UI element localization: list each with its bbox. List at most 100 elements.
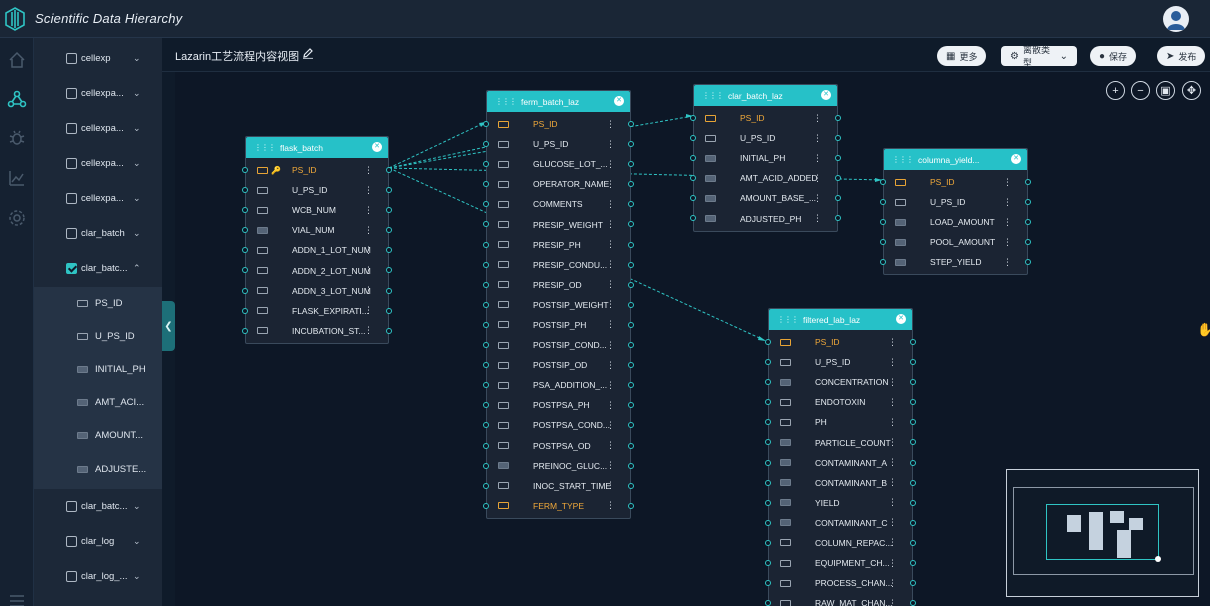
field-row[interactable]: ENDOTOXIN ⋮: [765, 392, 916, 412]
sidebar-item[interactable]: cellexpa... ⌄: [34, 77, 162, 109]
field-row[interactable]: POSTPSA_PH ⋮: [483, 395, 634, 415]
connection-port-left[interactable]: [765, 539, 771, 546]
field-row[interactable]: U_PS_ID ⋮: [765, 352, 916, 372]
connection-port-left[interactable]: [690, 215, 696, 222]
connection-port-left[interactable]: [765, 600, 771, 606]
drag-handle-icon[interactable]: ⋮⋮⋮: [892, 155, 914, 164]
sidebar-collapse-handle[interactable]: ❮: [162, 301, 175, 351]
connection-port-left[interactable]: [483, 502, 489, 509]
chevron-down-icon[interactable]: ⌄: [133, 193, 141, 204]
chevron-down-icon[interactable]: ⌄: [133, 123, 141, 134]
field-row[interactable]: AMT_ACID_ADDED ⋮: [690, 168, 841, 188]
connection-port-left[interactable]: [880, 219, 886, 226]
more-vertical-icon[interactable]: ⋮: [606, 279, 615, 290]
connection-port-left[interactable]: [483, 442, 489, 449]
chevron-down-icon[interactable]: ⌄: [133, 158, 141, 169]
field-row[interactable]: U_PS_ID ⋮: [880, 192, 1031, 212]
more-vertical-icon[interactable]: ⋮: [606, 460, 615, 471]
field-row[interactable]: U_PS_ID ⋮: [690, 128, 841, 148]
drag-handle-icon[interactable]: ⋮⋮⋮: [702, 91, 724, 100]
table-node-header[interactable]: ⋮⋮⋮ flask_batch ✕: [246, 137, 388, 158]
close-icon[interactable]: ✕: [1011, 154, 1021, 164]
more-vertical-icon[interactable]: ⋮: [888, 558, 897, 569]
connection-port-right[interactable]: [910, 339, 916, 345]
connection-port-left[interactable]: [483, 201, 489, 208]
drag-handle-icon[interactable]: ⋮⋮⋮: [777, 315, 799, 324]
minimap-resize-handle[interactable]: [1155, 556, 1161, 562]
field-row[interactable]: PS_ID ⋮: [690, 108, 841, 128]
connection-port-left[interactable]: [483, 181, 489, 188]
field-row[interactable]: VIAL_NUM ⋮: [242, 220, 392, 240]
minimap[interactable]: [1006, 469, 1199, 597]
more-vertical-icon[interactable]: ⋮: [888, 377, 897, 388]
more-vertical-icon[interactable]: ⋮: [606, 420, 615, 431]
sidebar-item[interactable]: cellexpa... ⌄: [34, 182, 162, 214]
connection-port-right[interactable]: [628, 261, 634, 268]
sidebar-item[interactable]: cellexpa... ⌄: [34, 112, 162, 144]
chevron-up-icon[interactable]: ⌃: [133, 263, 141, 274]
field-row[interactable]: PS_ID ⋮: [880, 172, 1031, 192]
more-vertical-icon[interactable]: ⋮: [364, 305, 373, 316]
drag-handle-icon[interactable]: ⋮⋮⋮: [495, 97, 517, 106]
connection-port-left[interactable]: [880, 199, 886, 206]
connection-port-right[interactable]: [628, 482, 634, 489]
zoom-in-button[interactable]: +: [1106, 81, 1125, 100]
more-vertical-icon[interactable]: ⋮: [888, 457, 897, 468]
connection-port-right[interactable]: [628, 281, 634, 288]
field-row[interactable]: POOL_AMOUNT ⋮: [880, 232, 1031, 252]
connection-port-left[interactable]: [242, 287, 248, 294]
connection-port-right[interactable]: [628, 442, 634, 449]
table-node-header[interactable]: ⋮⋮⋮ ferm_batch_laz ✕: [487, 91, 630, 112]
field-row[interactable]: POSTSIP_OD ⋮: [483, 355, 634, 375]
more-vertical-icon[interactable]: ⋮: [888, 578, 897, 589]
sidebar-item[interactable]: cellexp ⌄: [34, 42, 162, 74]
more-vertical-icon[interactable]: ⋮: [606, 199, 615, 210]
chart-icon[interactable]: [7, 168, 27, 188]
sidebar-item[interactable]: clar_batch ⌄: [34, 217, 162, 249]
more-button[interactable]: ▦ 更多: [937, 46, 987, 66]
more-vertical-icon[interactable]: ⋮: [1003, 177, 1012, 188]
menu-icon[interactable]: [7, 592, 27, 606]
more-vertical-icon[interactable]: ⋮: [364, 245, 373, 256]
more-vertical-icon[interactable]: ⋮: [364, 325, 373, 336]
connection-port-left[interactable]: [690, 135, 696, 142]
more-vertical-icon[interactable]: ⋮: [888, 437, 897, 448]
sidebar-item[interactable]: clar_log_... ⌄: [34, 560, 162, 592]
table-node-header[interactable]: ⋮⋮⋮ clar_batch_laz ✕: [694, 85, 837, 106]
more-vertical-icon[interactable]: ⋮: [888, 397, 897, 408]
table-node-flask-batch[interactable]: ⋮⋮⋮ flask_batch ✕ 🔑 PS_ID ⋮ U_PS_ID ⋮ WCB_NUM ⋮ VI…: [242, 136, 392, 344]
sidebar-item-checkbox[interactable]: [66, 192, 77, 204]
connection-port-left[interactable]: [242, 307, 248, 314]
connection-port-left[interactable]: [483, 161, 489, 168]
sidebar-item[interactable]: clar_batc... ⌄: [34, 490, 162, 522]
connection-port-right[interactable]: [628, 301, 634, 308]
connection-port-left[interactable]: [765, 399, 771, 406]
publish-button[interactable]: ➤ 发布: [1157, 46, 1206, 66]
chevron-down-icon[interactable]: ⌄: [133, 88, 141, 99]
close-icon[interactable]: ✕: [896, 314, 906, 324]
sidebar-item-checkbox[interactable]: [66, 227, 77, 239]
connection-port-left[interactable]: [242, 207, 248, 214]
connection-port-right[interactable]: [386, 307, 392, 314]
field-row[interactable]: POSTPSA_OD ⋮: [483, 436, 634, 456]
more-vertical-icon[interactable]: ⋮: [813, 213, 822, 224]
connection-port-left[interactable]: [483, 462, 489, 469]
field-row[interactable]: ADDN_1_LOT_NUM ⋮: [242, 240, 392, 260]
more-vertical-icon[interactable]: ⋮: [813, 153, 822, 164]
connection-port-left[interactable]: [765, 379, 771, 386]
field-row[interactable]: 🔑 PS_ID ⋮: [242, 160, 392, 180]
connection-port-right[interactable]: [910, 519, 916, 526]
field-row[interactable]: STEP_YIELD ⋮: [880, 252, 1031, 272]
drag-handle-icon[interactable]: ⋮⋮⋮: [254, 143, 276, 152]
connection-port-left[interactable]: [483, 221, 489, 228]
table-node-filtered-lab-laz[interactable]: ⋮⋮⋮ filtered_lab_laz ✕ PS_ID ⋮ U_PS_ID ⋮ CONCEN…: [765, 308, 916, 606]
more-vertical-icon[interactable]: ⋮: [888, 477, 897, 488]
connection-port-left[interactable]: [765, 479, 771, 486]
sidebar-item-checkbox[interactable]: [66, 157, 77, 169]
field-row[interactable]: PARTICLE_COUNT ⋮: [765, 432, 916, 452]
field-row[interactable]: ADDN_2_LOT_NUM ⋮: [242, 260, 392, 280]
more-vertical-icon[interactable]: ⋮: [606, 219, 615, 230]
field-row[interactable]: U_PS_ID ⋮: [242, 180, 392, 200]
chevron-down-icon[interactable]: ⌄: [133, 228, 141, 239]
field-row[interactable]: POSTSIP_COND... ⋮: [483, 335, 634, 355]
